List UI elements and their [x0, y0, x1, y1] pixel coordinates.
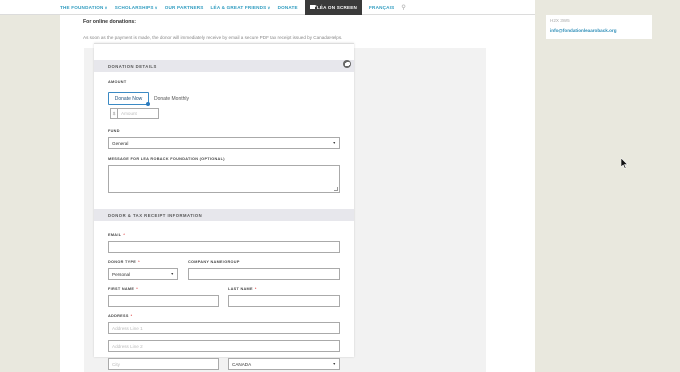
email-label: EMAIL *: [108, 233, 125, 237]
nav-item-our-partners[interactable]: OUR PARTNERS: [165, 0, 204, 15]
first-name-input[interactable]: [108, 295, 219, 307]
nav-label: LÉA & GREAT FRIENDS: [210, 4, 267, 10]
nav-item-language[interactable]: FRANÇAIS: [369, 0, 394, 15]
currency-prefix: $: [110, 108, 117, 119]
section-title: DONOR & TAX RECEIPT INFORMATION: [108, 212, 203, 218]
fund-value: General: [112, 140, 129, 146]
postal-code: H2X 3W5: [550, 18, 570, 23]
company-label: COMPANY NAME/GROUP: [188, 260, 240, 264]
last-name-input[interactable]: [228, 295, 340, 307]
required-mark: *: [130, 314, 133, 318]
city-input[interactable]: City: [108, 358, 219, 370]
amount-label: AMOUNT: [108, 80, 127, 84]
online-donations-text: As soon as the payment is made, the dono…: [83, 35, 343, 40]
nav-label: SCHOLARSHIPS: [114, 4, 154, 10]
required-mark: *: [138, 260, 140, 264]
donate-now-button[interactable]: Donate Now: [108, 92, 150, 106]
company-input[interactable]: [188, 268, 340, 280]
last-name-label-text: LAST NAME: [228, 287, 253, 291]
amount-placeholder: Amount: [121, 111, 137, 116]
message-label: MESSAGE FOR LEA ROBACK FOUNDATION (OPTIO…: [108, 157, 225, 161]
address-line-2-input[interactable]: Address Line 2: [108, 340, 340, 352]
address-line-1-placeholder: Address Line 1: [112, 325, 143, 331]
lock-icon: [343, 60, 351, 68]
fund-select[interactable]: General ▼: [108, 137, 340, 149]
first-name-label: FIRST NAME *: [108, 287, 138, 291]
nav-label: THE FOUNDATION: [60, 4, 104, 10]
fund-label: FUND: [108, 129, 120, 133]
donation-form: DONATION DETAILS AMOUNT Donate Now Donat…: [94, 43, 354, 370]
address-line-2-placeholder: Address Line 2: [112, 343, 143, 349]
nav-label: DONATE: [277, 4, 298, 10]
nav-item-donate[interactable]: DONATE: [278, 0, 298, 15]
nav-item-the-foundation[interactable]: THE FOUNDATION ∨: [60, 0, 108, 15]
email-input[interactable]: [108, 241, 340, 253]
last-name-label: LAST NAME *: [228, 287, 257, 291]
first-name-label-text: FIRST NAME: [108, 287, 135, 291]
donor-type-value: Personal: [112, 271, 131, 277]
nav-label: OUR PARTNERS: [164, 4, 204, 10]
email-label-text: EMAIL: [108, 233, 122, 237]
chevron-down-icon: ∨: [104, 4, 108, 10]
message-textarea[interactable]: [108, 165, 340, 193]
country-select[interactable]: CANADA ▼: [228, 358, 340, 370]
section-title: DONATION DETAILS: [108, 63, 157, 69]
dropdown-arrow-icon: ▼: [170, 272, 174, 276]
country-value: CANADA: [232, 361, 252, 367]
nav-label: LÉA ON SCREEN: [316, 4, 358, 10]
video-camera-icon: [309, 5, 317, 9]
address-line-1-input[interactable]: Address Line 1: [108, 322, 340, 334]
receipt-info-header: DONOR & TAX RECEIPT INFORMATION: [94, 209, 354, 221]
donate-monthly-button[interactable]: Donate Monthly: [154, 92, 189, 105]
address-label: ADDRESS *: [108, 314, 132, 318]
online-donations-heading: For online donations:: [83, 19, 137, 25]
resize-handle-icon[interactable]: [334, 187, 338, 191]
nav-label: FRANÇAIS: [369, 4, 395, 10]
amount-input[interactable]: Amount: [117, 108, 159, 119]
search-icon[interactable]: ⚲: [401, 0, 406, 15]
nav-item-lea-on-screen[interactable]: LÉA ON SCREEN: [304, 0, 363, 15]
required-mark: *: [254, 287, 257, 291]
donor-type-label-text: DONOR TYPE: [108, 260, 137, 264]
address-label-text: ADDRESS: [108, 314, 129, 318]
chevron-down-icon: ∨: [154, 4, 158, 10]
dropdown-arrow-icon: ▼: [332, 362, 336, 366]
top-navigation: THE FOUNDATION ∨ SCHOLARSHIPS ∨ OUR PARTNE…: [0, 0, 535, 15]
chevron-down-icon: ∨: [267, 4, 271, 10]
donation-details-header: DONATION DETAILS: [94, 60, 354, 72]
dropdown-arrow-icon: ▼: [332, 141, 336, 145]
city-placeholder: City: [112, 361, 120, 367]
contact-sidebar: H2X 3W5 info@fondationleaaroback.org: [546, 15, 652, 39]
required-mark: *: [136, 287, 138, 291]
donor-type-select[interactable]: Personal ▼: [108, 268, 178, 280]
donor-type-label: DONOR TYPE *: [108, 260, 140, 264]
nav-item-scholarships[interactable]: SCHOLARSHIPS ∨: [115, 0, 158, 15]
required-mark: *: [123, 233, 126, 237]
nav-item-lea-great-friends[interactable]: LÉA & GREAT FRIENDS ∨: [211, 0, 271, 15]
contact-email-link[interactable]: info@fondationleaaroback.org: [550, 28, 617, 33]
